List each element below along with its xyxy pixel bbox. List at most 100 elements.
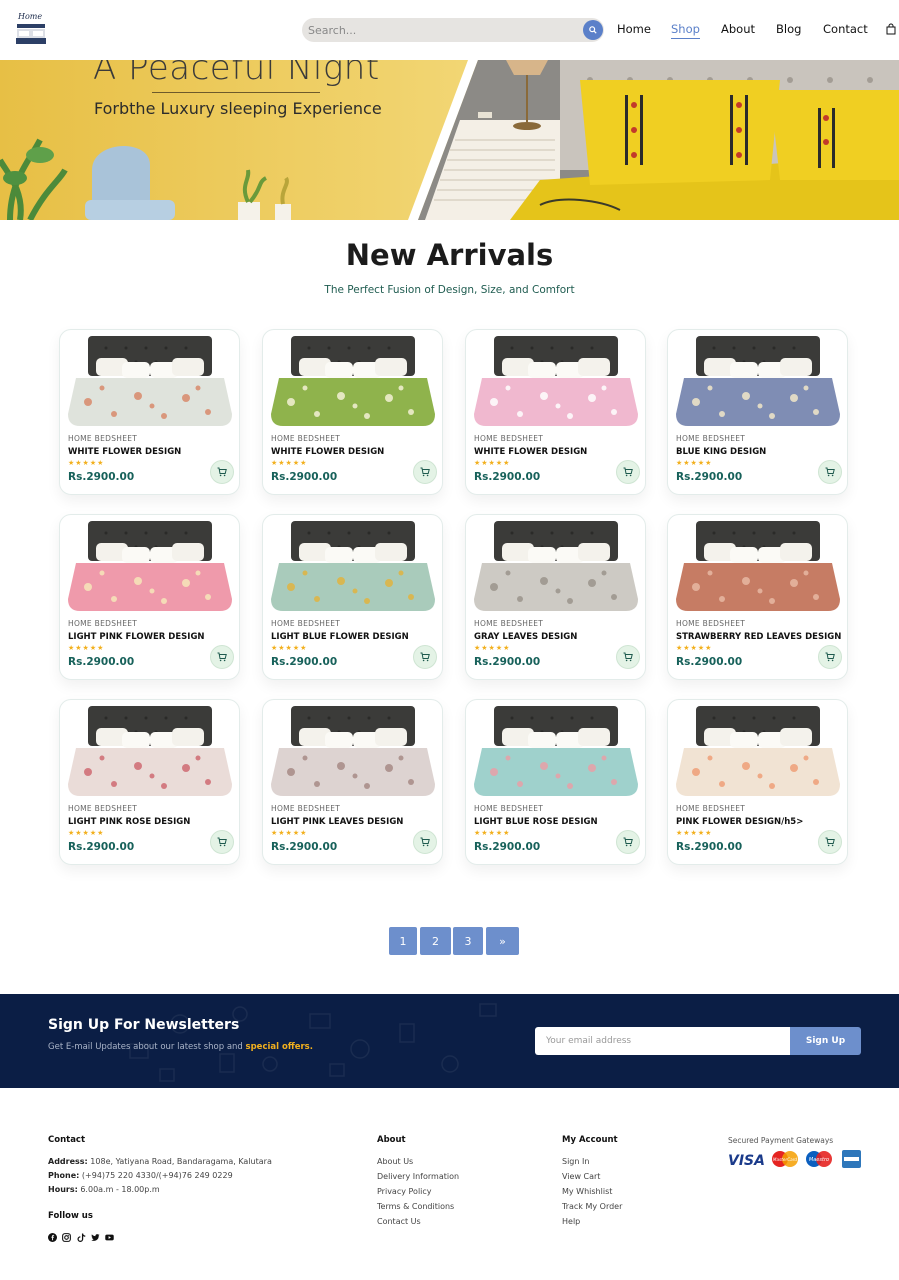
footer-link-sign-in[interactable]: Sign In xyxy=(562,1157,589,1166)
product-name[interactable]: LIGHT PINK ROSE DESIGN xyxy=(68,817,190,827)
facebook-icon[interactable] xyxy=(48,1233,57,1242)
footer-link-help[interactable]: Help xyxy=(562,1217,580,1226)
footer-phone: Phone: (+94)75 220 4330/(+94)76 249 0229 xyxy=(48,1171,233,1180)
footer-link-delivery-information[interactable]: Delivery Information xyxy=(377,1172,459,1181)
add-to-cart-button[interactable] xyxy=(616,460,640,484)
product-image[interactable] xyxy=(269,336,437,428)
footer-link-privacy-policy[interactable]: Privacy Policy xyxy=(377,1187,432,1196)
cart-icon xyxy=(623,837,633,847)
product-name[interactable]: WHITE FLOWER DESIGN xyxy=(271,447,384,457)
footer-link-terms[interactable]: Terms & Conditions xyxy=(377,1202,454,1211)
product-name[interactable]: BLUE KING DESIGN xyxy=(676,447,766,457)
newsletter-signup-button[interactable]: Sign Up xyxy=(790,1027,861,1055)
footer-link-track-order[interactable]: Track My Order xyxy=(562,1202,622,1211)
product-brand: HOME BEDSHEET xyxy=(271,619,341,628)
instagram-icon[interactable] xyxy=(62,1233,71,1242)
add-to-cart-button[interactable] xyxy=(818,460,842,484)
add-to-cart-button[interactable] xyxy=(818,830,842,854)
tiktok-icon[interactable] xyxy=(77,1233,86,1242)
product-card[interactable]: HOME BEDSHEET BLUE KING DESIGN ★★★★★ Rs.290… xyxy=(667,329,848,495)
product-price: Rs.2900.00 xyxy=(676,656,743,668)
product-image[interactable] xyxy=(269,706,437,798)
nav-contact[interactable]: Contact xyxy=(823,22,868,36)
product-rating-stars: ★★★★★ xyxy=(271,829,308,837)
site-header: Home Home Shop About Blog Contact xyxy=(0,0,899,60)
add-to-cart-button[interactable] xyxy=(818,645,842,669)
footer-link-contact-us[interactable]: Contact Us xyxy=(377,1217,421,1226)
product-image[interactable] xyxy=(66,521,234,613)
footer-link-wishlist[interactable]: My Whishlist xyxy=(562,1187,612,1196)
product-price: Rs.2900.00 xyxy=(474,471,541,483)
product-name[interactable]: GRAY LEAVES DESIGN xyxy=(474,632,577,642)
add-to-cart-button[interactable] xyxy=(210,460,234,484)
product-brand: HOME BEDSHEET xyxy=(474,804,544,813)
shopping-bag-icon[interactable] xyxy=(886,23,896,35)
product-card[interactable]: HOME BEDSHEET LIGHT BLUE FLOWER DESIGN ★★★… xyxy=(262,514,443,680)
product-image[interactable] xyxy=(472,521,640,613)
cart-icon xyxy=(623,467,633,477)
product-name[interactable]: LIGHT BLUE FLOWER DESIGN xyxy=(271,632,409,642)
page-3-button[interactable]: 3 xyxy=(453,927,483,955)
product-card[interactable]: HOME BEDSHEET LIGHT PINK FLOWER DESIGN ★★★… xyxy=(59,514,240,680)
add-to-cart-button[interactable] xyxy=(413,645,437,669)
cart-icon xyxy=(420,652,430,662)
home-logo[interactable]: Home xyxy=(15,11,47,47)
footer-address: Address: 108e, Yatiyana Road, Bandaragam… xyxy=(48,1157,272,1166)
page-2-button[interactable]: 2 xyxy=(420,927,451,955)
product-name[interactable]: LIGHT PINK LEAVES DESIGN xyxy=(271,817,403,827)
footer-link-about-us[interactable]: About Us xyxy=(377,1157,413,1166)
add-to-cart-button[interactable] xyxy=(616,645,640,669)
product-brand: HOME BEDSHEET xyxy=(474,619,544,628)
product-card[interactable]: HOME BEDSHEET WHITE FLOWER DESIGN ★★★★★ Rs.… xyxy=(59,329,240,495)
product-image[interactable] xyxy=(472,336,640,428)
product-name[interactable]: PINK FLOWER DESIGN/h5> xyxy=(676,817,803,827)
search-button[interactable] xyxy=(583,20,603,40)
product-card[interactable]: HOME BEDSHEET GRAY LEAVES DESIGN ★★★★★ Rs.2… xyxy=(465,514,646,680)
search-input[interactable] xyxy=(308,18,578,42)
product-name[interactable]: LIGHT BLUE ROSE DESIGN xyxy=(474,817,598,827)
next-page-button[interactable]: » xyxy=(486,927,519,955)
newsletter-subtitle: Get E-mail Updates about our latest shop… xyxy=(48,1042,313,1052)
hero-subtitle: Forbthe Luxury sleeping Experience xyxy=(94,99,382,118)
add-to-cart-button[interactable] xyxy=(413,830,437,854)
product-card[interactable]: HOME BEDSHEET PINK FLOWER DESIGN/h5> ★★★★★… xyxy=(667,699,848,865)
add-to-cart-button[interactable] xyxy=(616,830,640,854)
newsletter-section: Sign Up For Newsletters Get E-mail Updat… xyxy=(0,994,899,1088)
product-image[interactable] xyxy=(472,706,640,798)
product-image[interactable] xyxy=(66,706,234,798)
product-name[interactable]: STRAWBERRY RED LEAVES DESIGN xyxy=(676,632,841,642)
search-icon xyxy=(589,26,597,34)
add-to-cart-button[interactable] xyxy=(210,645,234,669)
product-card[interactable]: HOME BEDSHEET LIGHT PINK ROSE DESIGN ★★★★★… xyxy=(59,699,240,865)
product-card[interactable]: HOME BEDSHEET WHITE FLOWER DESIGN ★★★★★ Rs.… xyxy=(262,329,443,495)
add-to-cart-button[interactable] xyxy=(210,830,234,854)
page-1-button[interactable]: 1 xyxy=(389,927,417,955)
product-card[interactable]: HOME BEDSHEET WHITE FLOWER DESIGN ★★★★★ Rs.… xyxy=(465,329,646,495)
product-card[interactable]: HOME BEDSHEET STRAWBERRY RED LEAVES DESIG… xyxy=(667,514,848,680)
newsletter-email-input[interactable] xyxy=(535,1027,791,1055)
cart-icon xyxy=(217,467,227,477)
nav-home[interactable]: Home xyxy=(617,22,651,36)
product-rating-stars: ★★★★★ xyxy=(271,459,308,467)
nav-shop[interactable]: Shop xyxy=(671,22,700,39)
product-image[interactable] xyxy=(66,336,234,428)
twitter-icon[interactable] xyxy=(91,1233,100,1242)
visa-logo-text: VISA xyxy=(728,1153,765,1169)
product-image[interactable] xyxy=(674,336,842,428)
product-image[interactable] xyxy=(674,706,842,798)
nav-about[interactable]: About xyxy=(721,22,755,36)
add-to-cart-button[interactable] xyxy=(413,460,437,484)
footer-link-view-cart[interactable]: View Cart xyxy=(562,1172,600,1181)
youtube-icon[interactable] xyxy=(105,1233,114,1242)
product-price: Rs.2900.00 xyxy=(68,656,135,668)
product-brand: HOME BEDSHEET xyxy=(271,434,341,443)
product-card[interactable]: HOME BEDSHEET LIGHT BLUE ROSE DESIGN ★★★★★… xyxy=(465,699,646,865)
product-image[interactable] xyxy=(269,521,437,613)
product-image[interactable] xyxy=(674,521,842,613)
cart-icon xyxy=(623,652,633,662)
nav-blog[interactable]: Blog xyxy=(776,22,801,36)
product-card[interactable]: HOME BEDSHEET LIGHT PINK LEAVES DESIGN ★★★… xyxy=(262,699,443,865)
product-name[interactable]: WHITE FLOWER DESIGN xyxy=(68,447,181,457)
product-name[interactable]: WHITE FLOWER DESIGN xyxy=(474,447,587,457)
product-name[interactable]: LIGHT PINK FLOWER DESIGN xyxy=(68,632,205,642)
